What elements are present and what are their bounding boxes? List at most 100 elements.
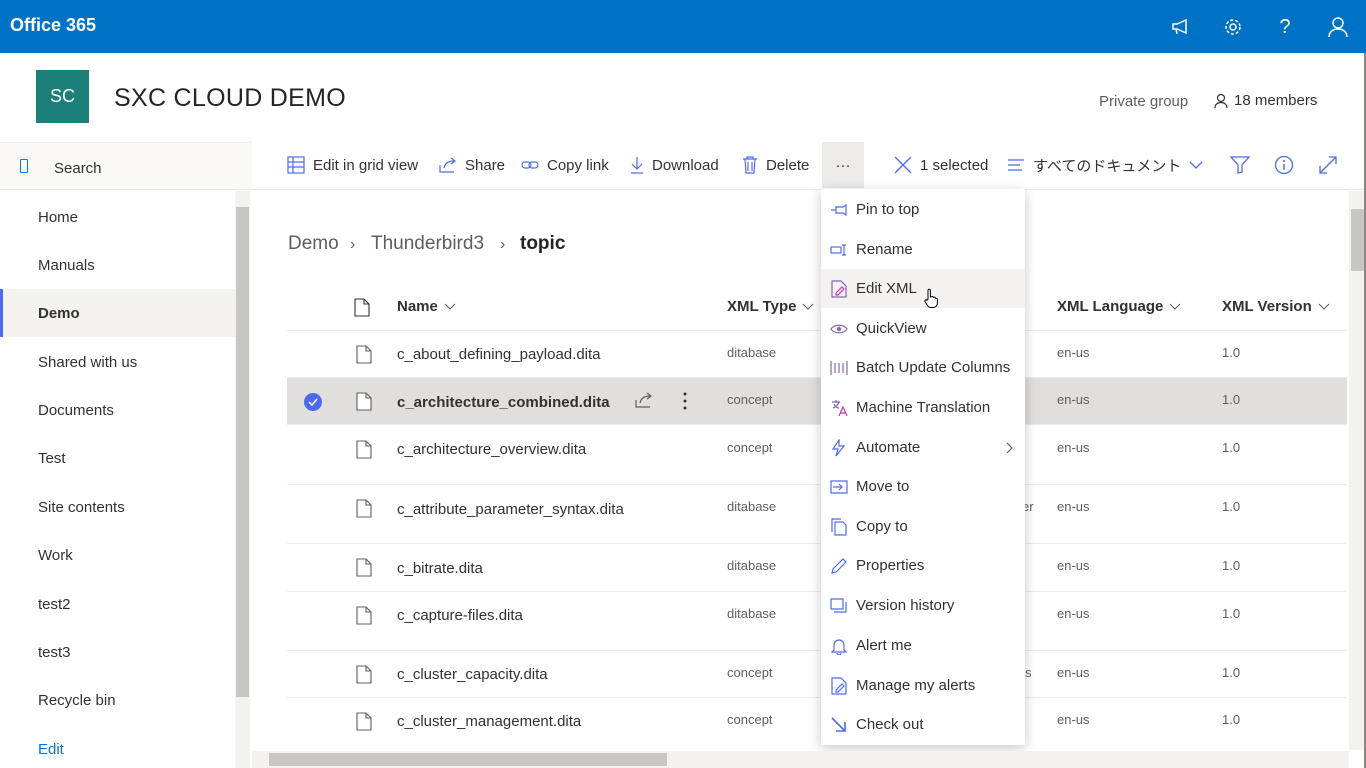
menu-item-edit-xml[interactable]: Edit XML [821,269,1025,308]
nav-item-shared-with-us[interactable]: Shared with us [0,338,235,386]
breadcrumb-thunderbird3[interactable]: Thunderbird3 [371,233,484,255]
file-icon [356,665,372,684]
more-options-button[interactable]: ··· [822,142,864,188]
megaphone-icon[interactable] [1168,14,1194,40]
checkmark-icon[interactable] [304,393,322,411]
file-name[interactable]: c_architecture_combined.dita [397,394,610,411]
nav-item-home[interactable]: Home [0,193,235,241]
nav-item-test[interactable]: Test [0,434,235,482]
menu-item-rename[interactable]: Rename [821,230,1025,269]
expand-button[interactable] [1319,142,1337,188]
menu-item-automate[interactable]: Automate [821,428,1025,467]
nav-item-site-contents[interactable]: Site contents [0,483,235,531]
horizontal-scrollbar[interactable] [252,751,1349,768]
xml-type-cell: concept [727,392,773,407]
nav-item-documents[interactable]: Documents [0,386,235,434]
share-button[interactable]: Share [439,142,505,188]
members-count: 18 members [1234,92,1318,109]
column-header-xml-language[interactable]: XML Language [1057,298,1181,315]
file-name[interactable]: c_about_defining_payload.dita [397,346,601,363]
table-row[interactable]: c_capture-files.dita ditabase en-us 1.0 [287,592,1347,651]
suite-bar: Office 365 ? [0,0,1366,53]
search-box[interactable]: Search [0,142,252,190]
clear-selection-button[interactable]: 1 selected [894,142,988,188]
menu-item-properties[interactable]: Properties [821,546,1025,585]
table-row[interactable]: c_cluster_management.dita concept en-us … [287,698,1347,750]
search-icon [20,159,28,173]
members-button[interactable]: 18 members [1214,92,1317,109]
nav-scrollbar[interactable] [235,191,250,768]
xml-version-cell: 1.0 [1222,440,1241,455]
info-icon [1274,155,1294,175]
horizontal-scrollbar-thumb[interactable] [269,753,667,766]
menu-item-version-history[interactable]: Version history [821,586,1025,625]
menu-item-move-to[interactable]: Move to [821,467,1025,506]
nav-item-test3[interactable]: test3 [0,628,235,676]
breadcrumb-demo[interactable]: Demo [288,233,339,255]
nav-item-manuals[interactable]: Manuals [0,241,235,289]
more-vertical-icon[interactable] [683,392,687,410]
file-type-header-icon[interactable] [354,298,370,317]
office-365-brand[interactable]: Office 365 [10,15,96,36]
xml-type-cell: ditabase [727,558,777,573]
share-icon[interactable] [635,392,653,408]
file-icon [356,606,372,625]
left-navigation: Home Manuals Demo Shared with us Documen… [0,191,235,768]
download-button[interactable]: Download [630,142,719,188]
delete-button[interactable]: Delete [742,142,809,188]
menu-label: Properties [856,557,925,574]
table-row[interactable]: c_about_defining_payload.dita ditabase e… [287,331,1347,378]
table-row[interactable]: c_attribute_parameter_syntax.dita ditaba… [287,485,1347,544]
menu-item-pin-to-top[interactable]: Pin to top [821,190,1025,229]
menu-label: Check out [856,716,924,733]
menu-label: Machine Translation [856,399,991,416]
chevron-down-icon [1189,161,1203,169]
menu-item-machine-translation[interactable]: Machine Translation [821,388,1025,427]
nav-item-test2[interactable]: test2 [0,580,235,628]
column-header-name[interactable]: Name [397,298,456,315]
menu-item-quickview[interactable]: QuickView [821,309,1025,348]
batch-update-icon [829,358,849,378]
copy-link-button[interactable]: Copy link [521,142,609,188]
menu-item-copy-to[interactable]: Copy to [821,507,1025,546]
filter-button[interactable] [1230,142,1250,188]
help-icon[interactable]: ? [1272,14,1298,40]
column-header-xml-version[interactable]: XML Version [1222,298,1330,315]
user-icon[interactable] [1325,14,1351,40]
nav-item-work[interactable]: Work [0,531,235,579]
table-row[interactable]: c_cluster_capacity.dita concept s en-us … [287,651,1347,698]
xml-version-cell: 1.0 [1222,345,1241,360]
file-name[interactable]: c_cluster_management.dita [397,713,581,730]
file-name[interactable]: c_cluster_capacity.dita [397,666,548,683]
table-row[interactable]: c_bitrate.dita ditabase en-us 1.0 [287,544,1347,592]
file-name[interactable]: c_capture-files.dita [397,607,523,624]
nav-edit-link[interactable]: Edit [0,725,235,768]
table-row[interactable]: c_architecture_overview.dita concept en-… [287,425,1347,485]
nav-scrollbar-thumb[interactable] [236,207,249,697]
site-logo[interactable]: SC [36,70,89,123]
vertical-scrollbar-thumb[interactable] [1351,209,1364,271]
view-switcher[interactable]: すべてのドキュメント [1007,142,1203,188]
version-history-icon [829,596,849,616]
menu-label: Pin to top [856,201,920,218]
info-button[interactable] [1274,142,1294,188]
column-header-xml-type[interactable]: XML Type [727,298,814,315]
xml-type-cell: ditabase [727,606,777,621]
edit-grid-view-button[interactable]: Edit in grid view [287,142,418,188]
site-title[interactable]: SXC CLOUD DEMO [114,84,346,113]
trash-icon [743,156,757,174]
menu-item-batch-update-columns[interactable]: Batch Update Columns [821,348,1025,387]
view-name: すべてのドキュメント [1033,157,1182,175]
nav-item-recycle-bin[interactable]: Recycle bin [0,676,235,724]
nav-item-demo[interactable]: Demo [0,289,235,337]
file-name[interactable]: c_attribute_parameter_syntax.dita [397,501,624,518]
file-name[interactable]: c_architecture_overview.dita [397,441,586,458]
table-row-selected[interactable]: c_architecture_combined.dita concept en-… [287,378,1347,425]
file-icon [356,558,372,577]
menu-item-alert-me[interactable]: Alert me [821,626,1025,665]
menu-item-manage-my-alerts[interactable]: Manage my alerts [821,666,1025,705]
menu-item-check-out[interactable]: Check out [821,705,1025,744]
file-name[interactable]: c_bitrate.dita [397,560,483,577]
gear-icon[interactable] [1220,14,1246,40]
chevron-down-icon [444,303,456,310]
